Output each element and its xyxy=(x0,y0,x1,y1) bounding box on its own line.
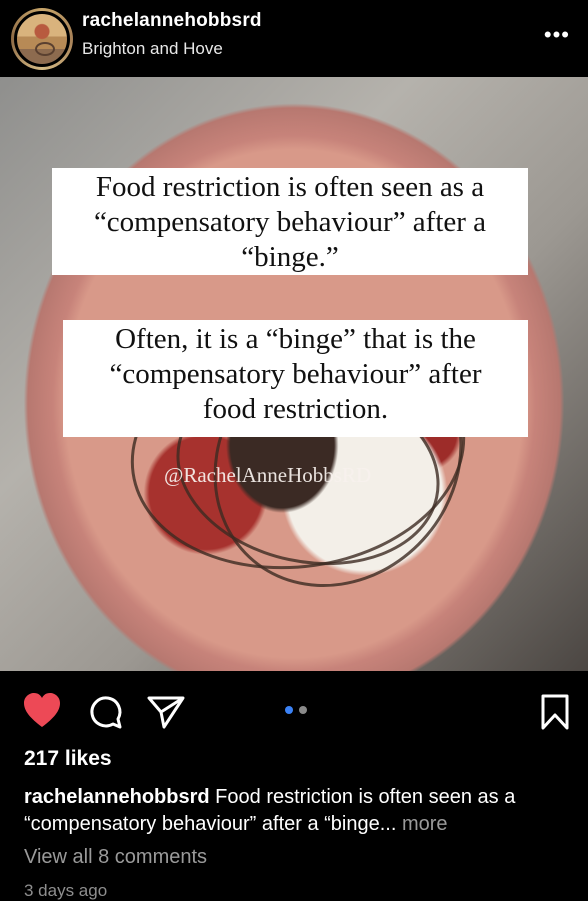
likes-count[interactable]: 217 likes xyxy=(24,747,112,771)
caption-username[interactable]: rachelannehobbsrd xyxy=(24,786,210,808)
avatar-photo xyxy=(14,11,70,67)
more-link[interactable]: more xyxy=(402,813,448,835)
heart-filled-icon[interactable] xyxy=(22,691,62,729)
overlay-line: “compensatory behaviour” after xyxy=(109,358,482,390)
overlay-line: Food restriction is often seen as a xyxy=(95,171,485,203)
post-header: rachelannehobbsrd Brighton and Hove ••• xyxy=(0,0,588,76)
overlay-line: food restriction. xyxy=(202,393,389,425)
view-comments-link[interactable]: View all 8 comments xyxy=(24,846,207,869)
watermark: @RachelAnneHobbsRD xyxy=(164,463,372,487)
overlay-text-box-2: Often, it is a “binge” that is the “comp… xyxy=(63,320,528,437)
username-link[interactable]: rachelannehobbsrd xyxy=(82,10,262,32)
comment-icon[interactable] xyxy=(88,695,124,731)
more-horizontal-icon[interactable]: ••• xyxy=(544,24,570,46)
overlay-text-box-1: Food restriction is often seen as a “com… xyxy=(52,168,528,275)
post-caption: rachelannehobbsrd Food restriction is of… xyxy=(24,784,574,838)
location-link[interactable]: Brighton and Hove xyxy=(82,39,223,59)
overlay-line: “binge.” xyxy=(241,241,339,273)
overlay-line: “compensatory behaviour” after a xyxy=(93,206,487,238)
post-image[interactable]: Food restriction is often seen as a “com… xyxy=(0,77,588,671)
post-timestamp: 3 days ago xyxy=(24,881,108,900)
carousel-dot xyxy=(299,706,307,714)
carousel-indicator xyxy=(285,705,309,715)
carousel-dot-active xyxy=(285,706,293,714)
send-icon[interactable] xyxy=(146,694,186,730)
overlay-line: Often, it is a “binge” that is the xyxy=(115,323,476,355)
avatar[interactable] xyxy=(11,8,73,70)
action-bar xyxy=(0,671,588,751)
bookmark-icon[interactable] xyxy=(540,693,570,731)
